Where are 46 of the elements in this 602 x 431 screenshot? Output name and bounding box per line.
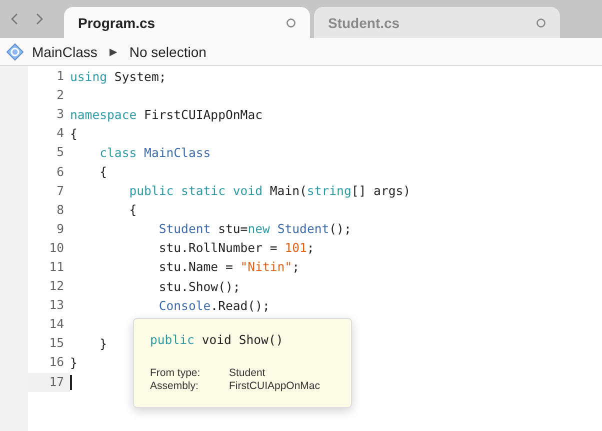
line-number: 7: [56, 182, 65, 200]
code-line: namespace FirstCUIAppOnMac: [70, 108, 262, 122]
line-number: 14: [48, 316, 65, 334]
code-line: using System;: [70, 70, 166, 84]
line-number: 15: [48, 335, 65, 352]
method-signature: public void Show(): [150, 333, 284, 347]
code-line: }: [98, 336, 108, 351]
class-icon: [6, 42, 24, 60]
line-number: 3: [56, 106, 65, 124]
code-line: Console.Read();: [158, 298, 270, 313]
line-number: 13: [48, 297, 65, 314]
code-line: stu.Show();: [158, 280, 240, 294]
code-line: Student stu=new Student();: [158, 222, 352, 236]
circle-icon[interactable]: [536, 18, 546, 28]
line-number: 5: [56, 144, 65, 162]
breadcrumb-item[interactable]: No selection: [129, 44, 206, 60]
code-line: {: [98, 165, 108, 180]
code-line: stu.RollNumber = 101;: [158, 241, 314, 256]
code-line: {: [70, 126, 78, 141]
detail-label: Assembly:: [150, 380, 200, 393]
line-number: 4: [56, 125, 65, 142]
line-number: 16: [48, 354, 65, 372]
breadcrumb-item[interactable]: MainClass: [32, 44, 98, 60]
code-line: {: [128, 203, 137, 218]
line-number: 9: [56, 220, 65, 238]
line-number: 2: [56, 87, 65, 104]
detail-label: From type:: [150, 367, 202, 380]
line-number: 8: [56, 202, 65, 219]
code-line: }: [70, 356, 78, 370]
line-number: 6: [56, 164, 65, 181]
code-line: public static void Main(string[] args): [128, 184, 411, 198]
line-number: 11: [48, 258, 65, 276]
breadcrumb-separator: ▶: [109, 46, 118, 58]
line-number: 17: [28, 372, 70, 392]
code-line: stu.Name = "Nitin";: [158, 260, 300, 274]
detail-value: FirstCUIAppOnMac: [229, 380, 320, 393]
detail-value: Student: [229, 367, 266, 380]
line-number: 12: [48, 278, 65, 296]
forward-icon[interactable]: [34, 12, 44, 26]
text-cursor: [70, 374, 72, 390]
editor-tab[interactable]: Program.cs: [64, 7, 310, 38]
line-number: 10: [48, 240, 65, 257]
line-number: 1: [56, 68, 65, 86]
code-line: class MainClass: [98, 146, 211, 160]
circle-icon[interactable]: [286, 18, 296, 28]
back-icon[interactable]: [10, 12, 20, 26]
